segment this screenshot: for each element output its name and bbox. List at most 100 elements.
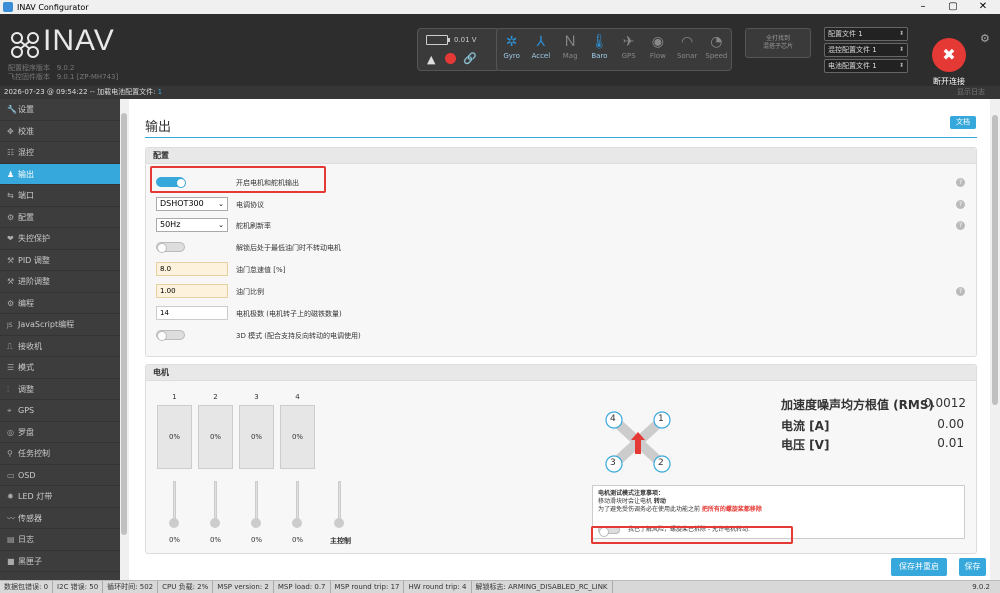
- sidebar-item-ports[interactable]: ⇆ 端口: [0, 185, 120, 207]
- throttle-idle-label: 油门怠速值 [%]: [236, 266, 286, 274]
- sidebar-item-mission[interactable]: ⚲ 任务控制: [0, 443, 120, 465]
- master-slider-handle[interactable]: [334, 518, 344, 528]
- plug-icon: ⇆: [7, 191, 14, 200]
- sidebar-item-sensors[interactable]: 〰传感器: [0, 508, 120, 529]
- speed-icon: ◔: [710, 34, 723, 50]
- motor-stop-toggle[interactable]: [156, 242, 185, 253]
- motor-poles-input[interactable]: 14: [156, 306, 228, 320]
- motor-stop-row: [156, 239, 185, 255]
- motor-slider[interactable]: [214, 481, 217, 523]
- config-panel: 配置 开启电机和舵机输出 ? DSHOT300 ⌄ 电调协议 ? 50Hz ⌄ 舵机…: [145, 147, 977, 357]
- sidebar-item-advanced-tuning[interactable]: ⚒ 进阶调整: [0, 271, 120, 293]
- mixer-profile-select[interactable]: 混控配置文件 1 ⬍: [824, 43, 908, 57]
- help-icon[interactable]: ?: [956, 200, 965, 209]
- motor-poles-label: 电机极数 (电机转子上的磁铁数量): [236, 310, 342, 318]
- msp-load: MSP load: 0.7: [274, 581, 331, 593]
- motor-slider-handle[interactable]: [210, 518, 220, 528]
- settings-gear-icon[interactable]: ⚙: [980, 32, 990, 45]
- sonar-icon: ◠: [681, 34, 694, 50]
- sidebar-item-led[interactable]: ✹ LED 灯带: [0, 486, 120, 508]
- warning-icon: ▲: [427, 53, 436, 66]
- sidebar-item-blackbox[interactable]: ■ 黑匣子: [0, 551, 120, 572]
- mission-icon: ⚲: [7, 449, 13, 458]
- status-message-bar: 2026-07-23 @ 09:54:22 -- 加载电池配置文件: 1 显示日…: [0, 86, 1000, 99]
- throttle-idle-input[interactable]: 8.0: [156, 262, 228, 276]
- sidebar-item-logging[interactable]: ▤ 日志: [0, 529, 120, 551]
- gps-icon: ✈: [622, 34, 635, 50]
- sidebar-item-setup[interactable]: 🔧设置: [0, 99, 120, 121]
- gyro-icon: ✲: [505, 34, 518, 50]
- motor-slider-handle[interactable]: [169, 518, 179, 528]
- sensor-status-panel: ✲ Gyro ⅄ Accel Ｎ Mag 🌡 Baro ✈ GPS ◉ Flow ◠ Sona…: [496, 28, 732, 71]
- mag-icon: Ｎ: [563, 34, 578, 50]
- mode-3d-row: [156, 327, 185, 343]
- sensor-flow: ◉ Flow: [643, 29, 672, 70]
- arming-flags: 解锁标志: ARMING_DISABLED_RC_LINK: [472, 581, 613, 593]
- sidebar-nav: 🔧设置 ✥ 校准 ☷ 混控 ♟ 输出 ⇆ 端口 ⚙ 配置 ❤ 失控保护 ⚒ PID 调整 ⚒ 进…: [0, 99, 120, 580]
- servo-refresh-select[interactable]: 50Hz ⌄: [156, 218, 228, 232]
- motor-slider[interactable]: [296, 481, 299, 523]
- sidebar-item-calibration[interactable]: ✥ 校准: [0, 121, 120, 142]
- sidebar-item-outputs[interactable]: ♟ 输出: [0, 163, 120, 185]
- sidebar-item-mixer[interactable]: ☷ 混控: [0, 142, 120, 164]
- sidebar-item-adjustments[interactable]: ⫶ 调整: [0, 379, 120, 400]
- link-icon: 🔗: [463, 52, 477, 65]
- main-scrollbar[interactable]: [990, 99, 1000, 580]
- main-content: 输出 文档 配置 开启电机和舵机输出 ? DSHOT300 ⌄ 电调协议 ? 50…: [129, 99, 990, 580]
- sidebar-item-configuration[interactable]: ⚙ 配置: [0, 207, 120, 228]
- sidebar-item-osd[interactable]: ▭ OSD: [0, 465, 120, 486]
- save-reboot-button[interactable]: 保存并重启: [891, 558, 947, 576]
- sidebar-scrollbar[interactable]: [120, 99, 129, 580]
- disconnect-button[interactable]: ✖ 断开连接: [925, 38, 973, 87]
- packet-error: 数据包错误: 0: [0, 581, 54, 593]
- sidebar-item-modes[interactable]: ☰ 模式: [0, 357, 120, 379]
- help-icon[interactable]: ?: [956, 221, 965, 230]
- sidebar-item-javascript[interactable]: JS JavaScript编程: [0, 314, 120, 336]
- minimize-button[interactable]: –: [908, 0, 938, 14]
- close-button[interactable]: ✕: [968, 0, 998, 14]
- show-log-toggle[interactable]: 显示日志: [957, 86, 985, 99]
- master-slider[interactable]: [338, 481, 341, 523]
- window-titlebar: INAV Configurator – ▢ ✕: [0, 0, 1000, 14]
- motor-number: 1: [172, 393, 177, 401]
- motor-slider[interactable]: [173, 481, 176, 523]
- highlight-box: [591, 526, 793, 544]
- help-icon[interactable]: ?: [956, 178, 965, 187]
- throttle-scale-input[interactable]: 1.00: [156, 284, 228, 298]
- quad-diagram: 4 1 3 2: [602, 410, 674, 474]
- sidebar-item-compass[interactable]: ◎ 罗盘: [0, 422, 120, 443]
- throttle-idle-row: 8.0: [156, 261, 228, 277]
- sensor-mag: Ｎ Mag: [556, 29, 585, 70]
- mode-3d-toggle[interactable]: [156, 330, 185, 341]
- motor-slider[interactable]: [255, 481, 258, 523]
- page-title: 输出: [145, 120, 172, 135]
- sidebar-item-receiver[interactable]: ⎍ 接收机: [0, 336, 120, 357]
- motor-poles-row: 14: [156, 305, 228, 321]
- profile-select[interactable]: 配置文件 1 ⬍: [824, 27, 908, 41]
- battery-panel: 0.01 V ▲ 🔗: [417, 28, 500, 71]
- blackbox-icon: ■: [7, 556, 15, 566]
- app-header: INAV 配置程序版本 9.0.2 飞控固件版本 9.0.1 [ZP-MH743…: [0, 14, 1000, 86]
- sidebar-item-pid[interactable]: ⚒ PID 调整: [0, 250, 120, 271]
- adjustments-icon: ⫶: [7, 384, 9, 394]
- maximize-button[interactable]: ▢: [938, 0, 968, 14]
- sidebar-item-gps[interactable]: ⌖ GPS: [0, 400, 120, 422]
- modes-icon: ☰: [7, 363, 15, 372]
- usb-disconnect-icon: ✖: [932, 38, 966, 72]
- chip-status-box: 全打找到 混搭子芯片: [745, 28, 811, 58]
- flow-icon: ◉: [651, 34, 664, 50]
- sensors-icon: 〰: [7, 513, 15, 523]
- sidebar-item-programming[interactable]: ⚙ 编程: [0, 293, 120, 314]
- esc-protocol-select[interactable]: DSHOT300 ⌄: [156, 197, 228, 211]
- motors-panel-header: 电机: [146, 365, 976, 381]
- sidebar-item-failsafe[interactable]: ❤ 失控保护: [0, 228, 120, 250]
- motor-slider-handle[interactable]: [292, 518, 302, 528]
- highlight-box: [150, 166, 326, 193]
- receiver-icon: ⎍: [7, 341, 13, 351]
- wrench-icon: 🔧: [7, 105, 17, 114]
- save-button[interactable]: 保存: [959, 558, 986, 576]
- motor-slider-handle[interactable]: [251, 518, 261, 528]
- help-icon[interactable]: ?: [956, 287, 965, 296]
- documentation-button[interactable]: 文档: [950, 116, 976, 129]
- battery-profile-select[interactable]: 电池配置文件 1 ⬍: [824, 59, 908, 73]
